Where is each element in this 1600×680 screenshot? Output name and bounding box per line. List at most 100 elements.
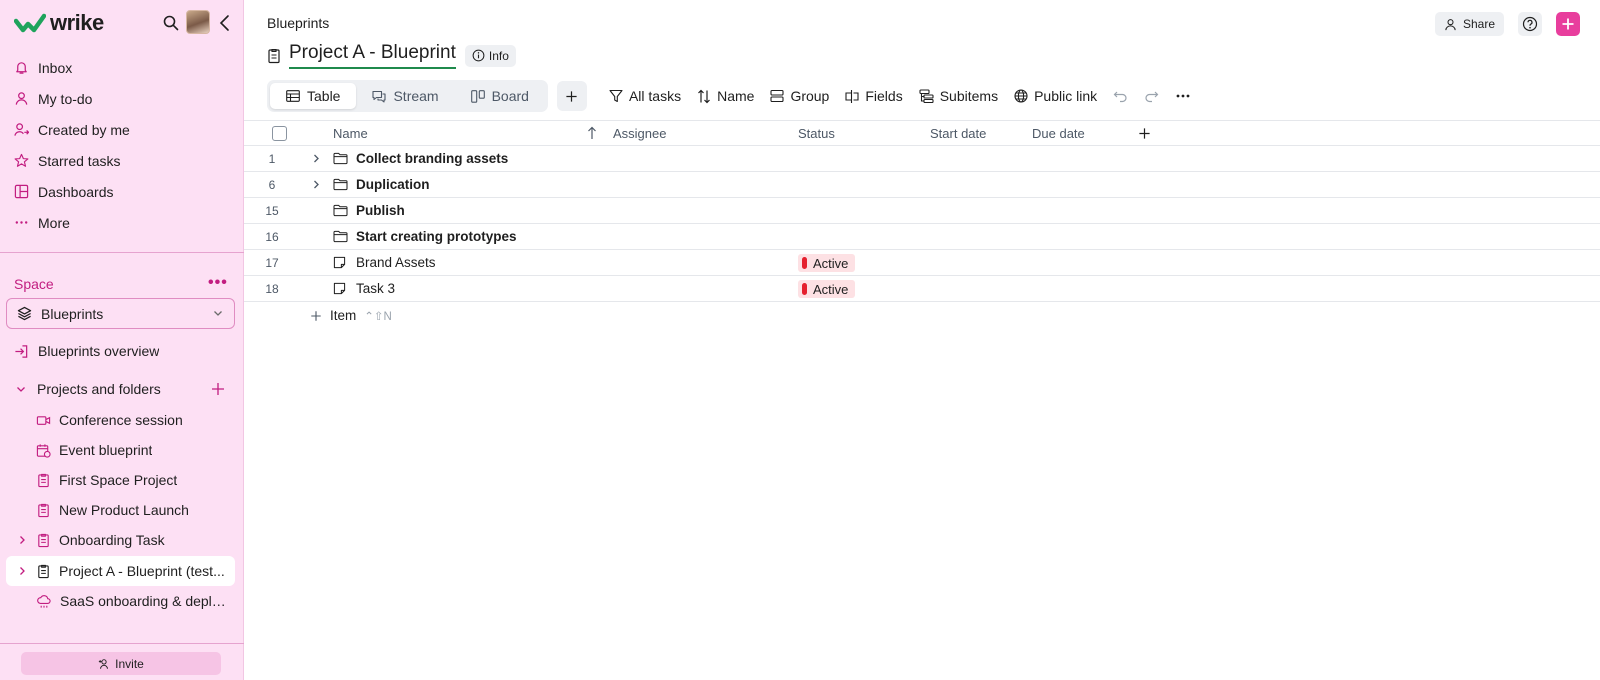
tree-item-label: First Space Project [59, 472, 178, 488]
title-row: Project A - Blueprint Info [267, 42, 516, 69]
sidebar-item-created-by-me[interactable]: Created by me [0, 114, 244, 145]
more-options-icon[interactable] [1175, 89, 1191, 103]
fields-button[interactable]: Fields [845, 88, 903, 104]
wrike-check-icon [14, 13, 46, 33]
tool-label: Fields [865, 88, 903, 104]
table-row[interactable]: 15 Publish [244, 198, 1600, 224]
space-more-icon[interactable]: ••• [208, 274, 228, 292]
column-header-due-date[interactable]: Due date [1032, 126, 1085, 141]
status-badge[interactable]: Active [798, 254, 856, 272]
column-header-assignee[interactable]: Assignee [613, 126, 666, 141]
chevron-right-icon[interactable] [310, 178, 322, 191]
invite-button[interactable]: Invite [21, 652, 221, 675]
table-row[interactable]: 1 Collect branding assets [244, 146, 1600, 172]
table-row[interactable]: 16 Start creating prototypes [244, 224, 1600, 250]
share-label: Share [1462, 17, 1495, 31]
tree-item-conference-session[interactable]: Conference session [0, 405, 244, 435]
select-all-checkbox[interactable] [272, 126, 287, 141]
row-number: 15 [265, 204, 279, 218]
redo-icon[interactable] [1144, 89, 1159, 103]
plus-icon [1562, 18, 1574, 30]
sidebar-item-dashboards[interactable]: Dashboards [0, 176, 244, 207]
add-item-row[interactable]: Item ⌃⇧N [244, 302, 1600, 328]
add-column-icon[interactable] [1138, 127, 1151, 140]
table-row[interactable]: 18 Task 3 Active [244, 276, 1600, 302]
calendar-icon [36, 443, 51, 458]
chevron-right-icon[interactable] [16, 565, 28, 577]
breadcrumb[interactable]: Blueprints [267, 15, 329, 31]
row-name[interactable]: Task 3 [356, 281, 395, 296]
table-tools: All tasks Name Group Fields Subitems Pub… [609, 88, 1191, 104]
row-name[interactable]: Brand Assets [356, 255, 436, 270]
sidebar-item-inbox[interactable]: Inbox [0, 52, 244, 83]
page-title[interactable]: Project A - Blueprint [289, 42, 456, 69]
add-item-shortcut: ⌃⇧N [364, 310, 392, 323]
table-row[interactable]: 6 Duplication [244, 172, 1600, 198]
row-number: 6 [268, 178, 276, 192]
table-header: Name Assignee Status Start date Due date [244, 120, 1600, 146]
video-icon [36, 415, 51, 425]
tab-board[interactable]: Board [455, 83, 545, 109]
add-item-button[interactable]: Item ⌃⇧N [310, 308, 392, 323]
sidebar-item-starred-tasks[interactable]: Starred tasks [0, 145, 244, 176]
tab-stream[interactable]: Stream [356, 83, 454, 109]
tree-item-new-product-launch[interactable]: New Product Launch [0, 495, 244, 525]
collapse-sidebar-icon[interactable] [216, 13, 234, 33]
tree-item-event-blueprint[interactable]: Event blueprint [0, 435, 244, 465]
search-icon[interactable] [162, 14, 180, 32]
tree-item-onboarding-task[interactable]: Onboarding Task [0, 525, 244, 555]
status-badge[interactable]: Active [798, 280, 856, 298]
status-color-indicator [802, 283, 807, 295]
tree-item-saas-onboarding[interactable]: SaaS onboarding & deplo... [0, 586, 244, 616]
info-button[interactable]: Info [464, 44, 516, 67]
chevron-right-icon[interactable] [310, 152, 322, 165]
subitems-button[interactable]: Subitems [919, 88, 998, 104]
tab-table[interactable]: Table [270, 83, 357, 109]
undo-icon[interactable] [1113, 89, 1128, 103]
row-name[interactable]: Duplication [356, 177, 430, 192]
sidebar-item-more[interactable]: More [0, 207, 244, 238]
row-name[interactable]: Collect branding assets [356, 151, 508, 166]
project-icon [268, 48, 280, 63]
person-add-icon [14, 123, 29, 136]
add-project-icon[interactable] [211, 382, 225, 396]
group-button[interactable]: Group [770, 88, 829, 104]
tree-item-project-a-blueprint[interactable]: Project A - Blueprint (test... [6, 556, 235, 586]
help-button[interactable] [1518, 12, 1542, 36]
sort-name-button[interactable]: Name [697, 88, 754, 104]
sidebar-item-my-todo[interactable]: My to-do [0, 83, 244, 114]
filter-all-tasks-button[interactable]: All tasks [609, 88, 681, 104]
project-icon [38, 564, 49, 578]
column-header-status[interactable]: Status [798, 126, 835, 141]
sidebar-item-label: Starred tasks [38, 152, 121, 169]
project-icon [38, 473, 49, 487]
plus-icon [311, 310, 321, 321]
project-icon [38, 503, 49, 517]
tool-label: All tasks [628, 88, 682, 104]
sort-ascending-icon[interactable] [587, 126, 597, 140]
share-button[interactable]: Share [1434, 12, 1504, 36]
column-header-start-date[interactable]: Start date [930, 126, 986, 141]
blueprints-overview-link[interactable]: Blueprints overview [0, 336, 244, 366]
table-row[interactable]: 17 Brand Assets Active [244, 250, 1600, 276]
public-link-button[interactable]: Public link [1014, 88, 1097, 104]
tree-item-first-space-project[interactable]: First Space Project [0, 465, 244, 495]
space-selector[interactable]: Blueprints [6, 298, 235, 329]
tree-item-label: Conference session [59, 412, 183, 428]
cloud-icon [37, 594, 51, 608]
add-view-button[interactable] [556, 81, 587, 111]
create-new-button[interactable] [1556, 12, 1580, 36]
person-icon [15, 92, 28, 105]
row-name[interactable]: Publish [356, 203, 405, 218]
tree-item-label: Onboarding Task [59, 532, 165, 548]
projects-folders-header[interactable]: Projects and folders [0, 374, 244, 404]
avatar[interactable] [186, 10, 210, 34]
wrike-logo[interactable]: wrike [14, 10, 104, 36]
chevron-right-icon[interactable] [16, 534, 28, 546]
sort-icon [698, 89, 711, 103]
row-name[interactable]: Start creating prototypes [356, 229, 517, 244]
tool-label: Public link [1034, 88, 1098, 104]
globe-icon [1014, 89, 1028, 103]
column-header-name[interactable]: Name [333, 126, 368, 141]
sidebar-footer-divider [0, 643, 244, 644]
